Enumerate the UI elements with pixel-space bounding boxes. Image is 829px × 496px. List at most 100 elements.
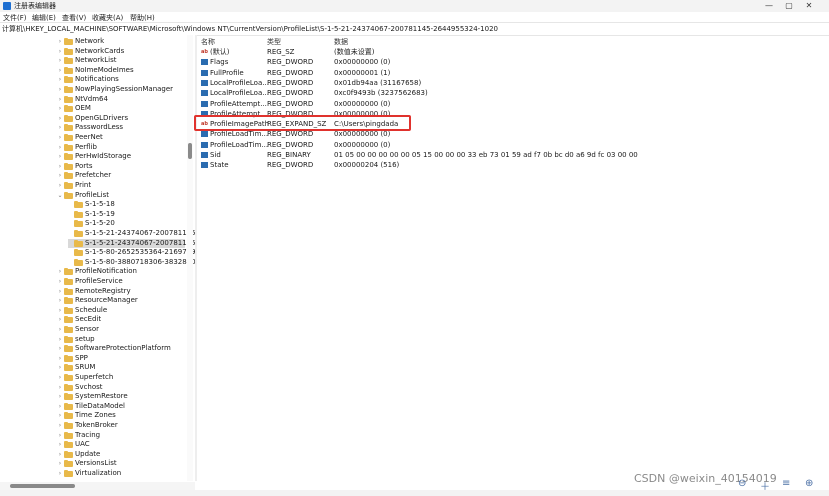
chevron-right-icon[interactable]: › [57,37,63,46]
chevron-right-icon[interactable]: › [57,152,63,161]
tree-item[interactable]: S-1-5-20 [68,219,185,228]
tree-item[interactable]: › NetworkCards [58,47,185,56]
value-row[interactable]: ProfileLoadTim... REG_DWORD 0x00000000 (0) [198,140,829,150]
chevron-right-icon[interactable]: › [57,431,63,440]
chevron-right-icon[interactable]: › [57,66,63,75]
tree-item[interactable]: S-1-5-21-24374067-200781145 [68,229,195,238]
values-list[interactable]: 名称 类型 数据 ab (默认) REG_SZ (数值未设置) Flags REG_DWO… [198,35,829,490]
value-row[interactable]: State REG_DWORD 0x00000204 (516) [198,160,829,170]
tree-item[interactable]: › SystemRestore [58,392,185,401]
tree-item[interactable]: › OEM [58,104,185,113]
tree-item[interactable]: › Time Zones [58,411,185,420]
chevron-right-icon[interactable]: › [57,459,63,468]
tree-item[interactable]: › Sensor [58,325,185,334]
chevron-right-icon[interactable]: › [57,123,63,132]
value-row[interactable]: LocalProfileLoa... REG_DWORD 0xc0f9493b (3… [198,88,829,98]
chevron-right-icon[interactable]: › [57,383,63,392]
tree-item[interactable]: › ResourceManager [58,296,185,305]
tree-horizontal-scrollbar[interactable] [0,482,195,490]
tree-item[interactable]: S-1-5-80-2652535364-2169709 [68,248,195,257]
tree-item[interactable]: › Update [58,450,185,459]
tree-item[interactable]: › PeerNet [58,133,185,142]
column-header-name[interactable]: 名称 [201,37,215,47]
tree-item[interactable]: › ProfileNotification [58,267,185,276]
tree-item[interactable]: › OpenGLDrivers [58,114,185,123]
address-bar[interactable]: 计算机\HKEY_LOCAL_MACHINE\SOFTWARE\Microsof… [0,22,829,36]
chevron-right-icon[interactable]: › [57,306,63,315]
tray-icon-1[interactable]: ⊖ [738,478,746,489]
chevron-down-icon[interactable]: ⌄ [57,191,63,200]
tray-icon-3[interactable]: ≡ [782,478,790,489]
tree-scroll-thumb[interactable] [188,143,192,159]
chevron-right-icon[interactable]: › [57,181,63,190]
chevron-right-icon[interactable]: › [57,104,63,113]
value-row[interactable]: ab (默认) REG_SZ (数值未设置) [198,47,829,57]
chevron-right-icon[interactable]: › [57,95,63,104]
tree-item[interactable]: S-1-5-80-3880718306-3832830 [68,258,195,267]
tree-item[interactable]: › Prefetcher [58,171,185,180]
chevron-right-icon[interactable]: › [57,75,63,84]
value-row[interactable]: ProfileAttempt... REG_DWORD 0x00000000 (0) [198,99,829,109]
tree-item[interactable]: › NoImeModeImes [58,66,185,75]
chevron-right-icon[interactable]: › [57,133,63,142]
address-path[interactable]: 计算机\HKEY_LOCAL_MACHINE\SOFTWARE\Microsof… [2,24,498,34]
tree-vertical-scrollbar[interactable] [187,35,193,481]
chevron-right-icon[interactable]: › [57,143,63,152]
tree-item[interactable]: › NowPlayingSessionManager [58,85,185,94]
tree-item[interactable]: › PerHwIdStorage [58,152,185,161]
pane-divider[interactable] [195,35,197,481]
chevron-right-icon[interactable]: › [57,162,63,171]
tree-item[interactable]: › NtVdm64 [58,95,185,104]
value-row[interactable]: Sid REG_BINARY 01 05 00 00 00 00 00 05 15 … [198,150,829,160]
chevron-right-icon[interactable]: › [57,411,63,420]
tree-item[interactable]: S-1-5-19 [68,210,185,219]
tree-item[interactable]: › TokenBroker [58,421,185,430]
tree-item[interactable]: › SoftwareProtectionPlatform [58,344,185,353]
tree-item[interactable]: › SecEdit [58,315,185,324]
tree-item[interactable]: › Ports [58,162,185,171]
tree-item[interactable]: › Superfetch [58,373,185,382]
tree-item[interactable]: › RemoteRegistry [58,287,185,296]
tree-item[interactable]: › Tracing [58,431,185,440]
registry-tree[interactable]: › Network › NetworkCards › NetworkList › NoImeM… [0,35,195,481]
tree-hscroll-thumb[interactable] [10,484,75,488]
tree-item[interactable]: › Network [58,37,185,46]
tree-item[interactable]: › Schedule [58,306,185,315]
tree-item[interactable]: › Perflib [58,143,185,152]
chevron-right-icon[interactable]: › [57,296,63,305]
tree-item[interactable]: › TileDataModel [58,402,185,411]
chevron-right-icon[interactable]: › [57,325,63,334]
chevron-right-icon[interactable]: › [57,421,63,430]
tree-item[interactable]: › Svchost [58,383,185,392]
chevron-right-icon[interactable]: › [57,267,63,276]
chevron-right-icon[interactable]: › [57,373,63,382]
chevron-right-icon[interactable]: › [57,171,63,180]
tree-item[interactable]: S-1-5-18 [68,200,185,209]
chevron-right-icon[interactable]: › [57,363,63,372]
tree-item[interactable]: › NetworkList [58,56,185,65]
chevron-right-icon[interactable]: › [57,450,63,459]
chevron-right-icon[interactable]: › [57,335,63,344]
chevron-right-icon[interactable]: › [57,469,63,478]
chevron-right-icon[interactable]: › [57,47,63,56]
column-header-type[interactable]: 类型 [267,37,281,47]
tray-icon-2[interactable]: ＋ [760,478,770,493]
tree-item[interactable]: › SPP [58,354,185,363]
chevron-right-icon[interactable]: › [57,440,63,449]
tree-item[interactable]: S-1-5-21-24374067-200781145 [68,238,195,248]
tree-item[interactable]: › ProfileService [58,277,185,286]
value-row[interactable]: Flags REG_DWORD 0x00000000 (0) [198,57,829,67]
value-row[interactable]: LocalProfileLoa... REG_DWORD 0x01db94aa (3… [198,78,829,88]
tree-item[interactable]: › UAC [58,440,185,449]
tree-item[interactable]: ⌄ ProfileList [57,191,185,200]
chevron-right-icon[interactable]: › [57,277,63,286]
chevron-right-icon[interactable]: › [57,114,63,123]
chevron-right-icon[interactable]: › [57,56,63,65]
tree-item[interactable]: › Virtualization [58,469,185,478]
chevron-right-icon[interactable]: › [57,344,63,353]
tree-item[interactable]: › SRUM [58,363,185,372]
tree-item[interactable]: › PasswordLess [58,123,185,132]
close-button[interactable]: ✕ [789,0,829,12]
tray-icon-4[interactable]: ⊕ [805,478,813,489]
chevron-right-icon[interactable]: › [57,402,63,411]
